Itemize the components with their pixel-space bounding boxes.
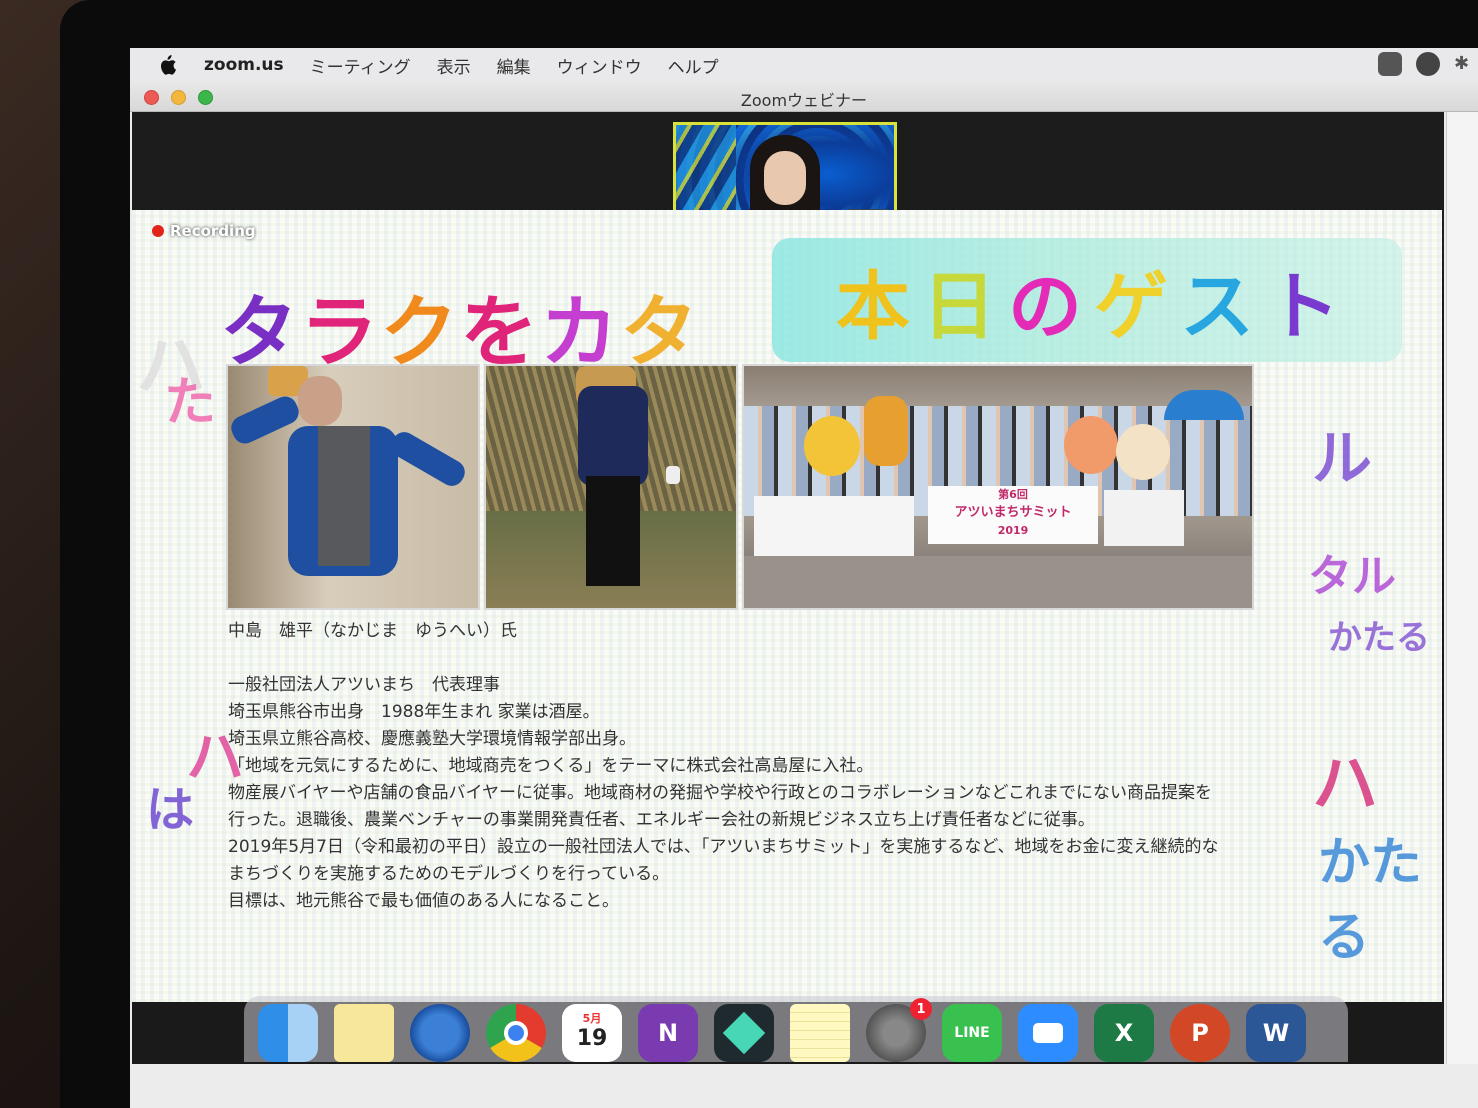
line-icon[interactable]: LINE [942, 1004, 1002, 1062]
recording-label: Recording [170, 222, 256, 240]
summit-banner: 第6回 アツいまちサミット 2019 [928, 486, 1098, 544]
bio-line: 物産展バイヤーや店舗の食品バイヤーに従事。地域商材の発掘や学校や行政とのコラボレ… [228, 783, 1212, 803]
powerpoint-icon[interactable]: P [1170, 1004, 1230, 1062]
banner-char: の [1008, 263, 1094, 350]
menu-help[interactable]: ヘルプ [668, 53, 719, 78]
menu-edit[interactable]: 編集 [497, 53, 531, 78]
system-preferences-icon[interactable]: 1 [866, 998, 932, 1062]
deco-glyph: かたる [1318, 833, 1423, 968]
bio-line: 目標は、地元熊谷で最も価値のある人になること。 [228, 891, 619, 911]
banner-char: ト [1266, 263, 1352, 350]
bio-line: 「地域を元気にするために、地域商売をつくる」をテーマに株式会社高島屋に入社。 [228, 756, 874, 776]
calendar-day: 19 [576, 1026, 608, 1051]
window-title: Zoomウェビナー [740, 91, 868, 110]
shared-screen-slide: ハ た は ハ ル タル かたる かたる ハ Recording タラクをカタ … [132, 210, 1442, 1002]
onenote-icon[interactable]: N [638, 1004, 698, 1062]
dock: 5月 19 N 1 LINE X P W [244, 996, 1348, 1062]
stickies-icon[interactable] [334, 1004, 394, 1062]
banner-char: 本 [836, 263, 922, 350]
screen: zoom.us ミーティング 表示 編集 ウィンドウ ヘルプ ✱ Zoomウェビ… [130, 48, 1478, 1108]
summit-banner-line2: アツいまちサミット [954, 505, 1072, 520]
menu-bar: zoom.us ミーティング 表示 編集 ウィンドウ ヘルプ ✱ [130, 48, 1478, 82]
notes-icon[interactable] [790, 1004, 850, 1062]
summit-banner-line3: 2019 [997, 524, 1029, 537]
guest-bio: 中島 雄平（なかじま ゆうへい）氏 一般社団法人アツいまち 代表理事 埼玉県熊谷… [228, 618, 1288, 915]
bio-line: 2019年5月7日（令和最初の平日）設立の一般社団法人では、「アツいまちサミット… [228, 837, 1219, 857]
apple-icon[interactable] [158, 55, 176, 75]
word-icon[interactable]: W [1246, 1004, 1306, 1062]
bio-line: まちづくりを実施するためのモデルづくりを行っている。 [228, 864, 670, 884]
group-photo-summit: 第6回 アツいまちサミット 2019 [742, 364, 1254, 610]
guest-photo-dancing [226, 364, 480, 610]
bluetooth-icon[interactable]: ✱ [1454, 53, 1469, 75]
status-area: ✱ [1378, 52, 1469, 76]
menu-view[interactable]: 表示 [437, 53, 471, 78]
deco-glyph: タル [1308, 551, 1396, 602]
window-titlebar: Zoomウェビナー [130, 82, 1478, 112]
deco-glyph: た [164, 373, 217, 433]
thunderbird-icon[interactable] [410, 1004, 470, 1062]
recording-indicator: Recording [152, 222, 256, 240]
notification-badge: 1 [910, 998, 932, 1020]
guest-name: 中島 雄平（なかじま ゆうへい）氏 [228, 621, 517, 641]
side-panel-edge [1446, 112, 1478, 1064]
banner-char: ゲ [1094, 263, 1180, 350]
bio-line: 一般社団法人アツいまち 代表理事 [228, 675, 500, 695]
excel-icon[interactable]: X [1094, 1004, 1154, 1062]
filmora-icon[interactable] [714, 1004, 774, 1062]
calendar-icon[interactable]: 5月 19 [562, 1004, 622, 1062]
guest-photo-field [484, 364, 738, 610]
bio-line: 行った。退職後、農業ベンチャーの事業開発責任者、エネルギー会社の新規ビジネス立ち… [228, 810, 1095, 830]
deco-glyph: ハ [1312, 745, 1378, 822]
menu-app-name[interactable]: zoom.us [204, 55, 284, 75]
summit-banner-line1: 第6回 [998, 488, 1028, 501]
banner-char: 日 [922, 263, 1008, 350]
finder-icon[interactable] [258, 1004, 318, 1062]
deco-glyph: ル [1312, 424, 1372, 494]
deco-glyph: かたる [1328, 618, 1430, 658]
calendar-month: 5月 [582, 1012, 602, 1025]
line-status-icon[interactable] [1416, 52, 1440, 76]
guest-banner: 本日のゲスト [772, 238, 1402, 362]
recording-dot-icon [152, 225, 164, 237]
bio-line: 埼玉県熊谷市出身 1988年生まれ 家業は酒屋。 [228, 702, 600, 722]
menu-meeting[interactable]: ミーティング [310, 53, 411, 78]
zoom-status-icon[interactable] [1378, 52, 1402, 76]
menu-window[interactable]: ウィンドウ [557, 53, 642, 78]
zoom-icon[interactable] [1018, 1004, 1078, 1062]
chrome-icon[interactable] [486, 1004, 546, 1062]
banner-char: ス [1180, 263, 1266, 350]
bio-line: 埼玉県立熊谷高校、慶應義塾大学環境情報学部出身。 [228, 729, 636, 749]
